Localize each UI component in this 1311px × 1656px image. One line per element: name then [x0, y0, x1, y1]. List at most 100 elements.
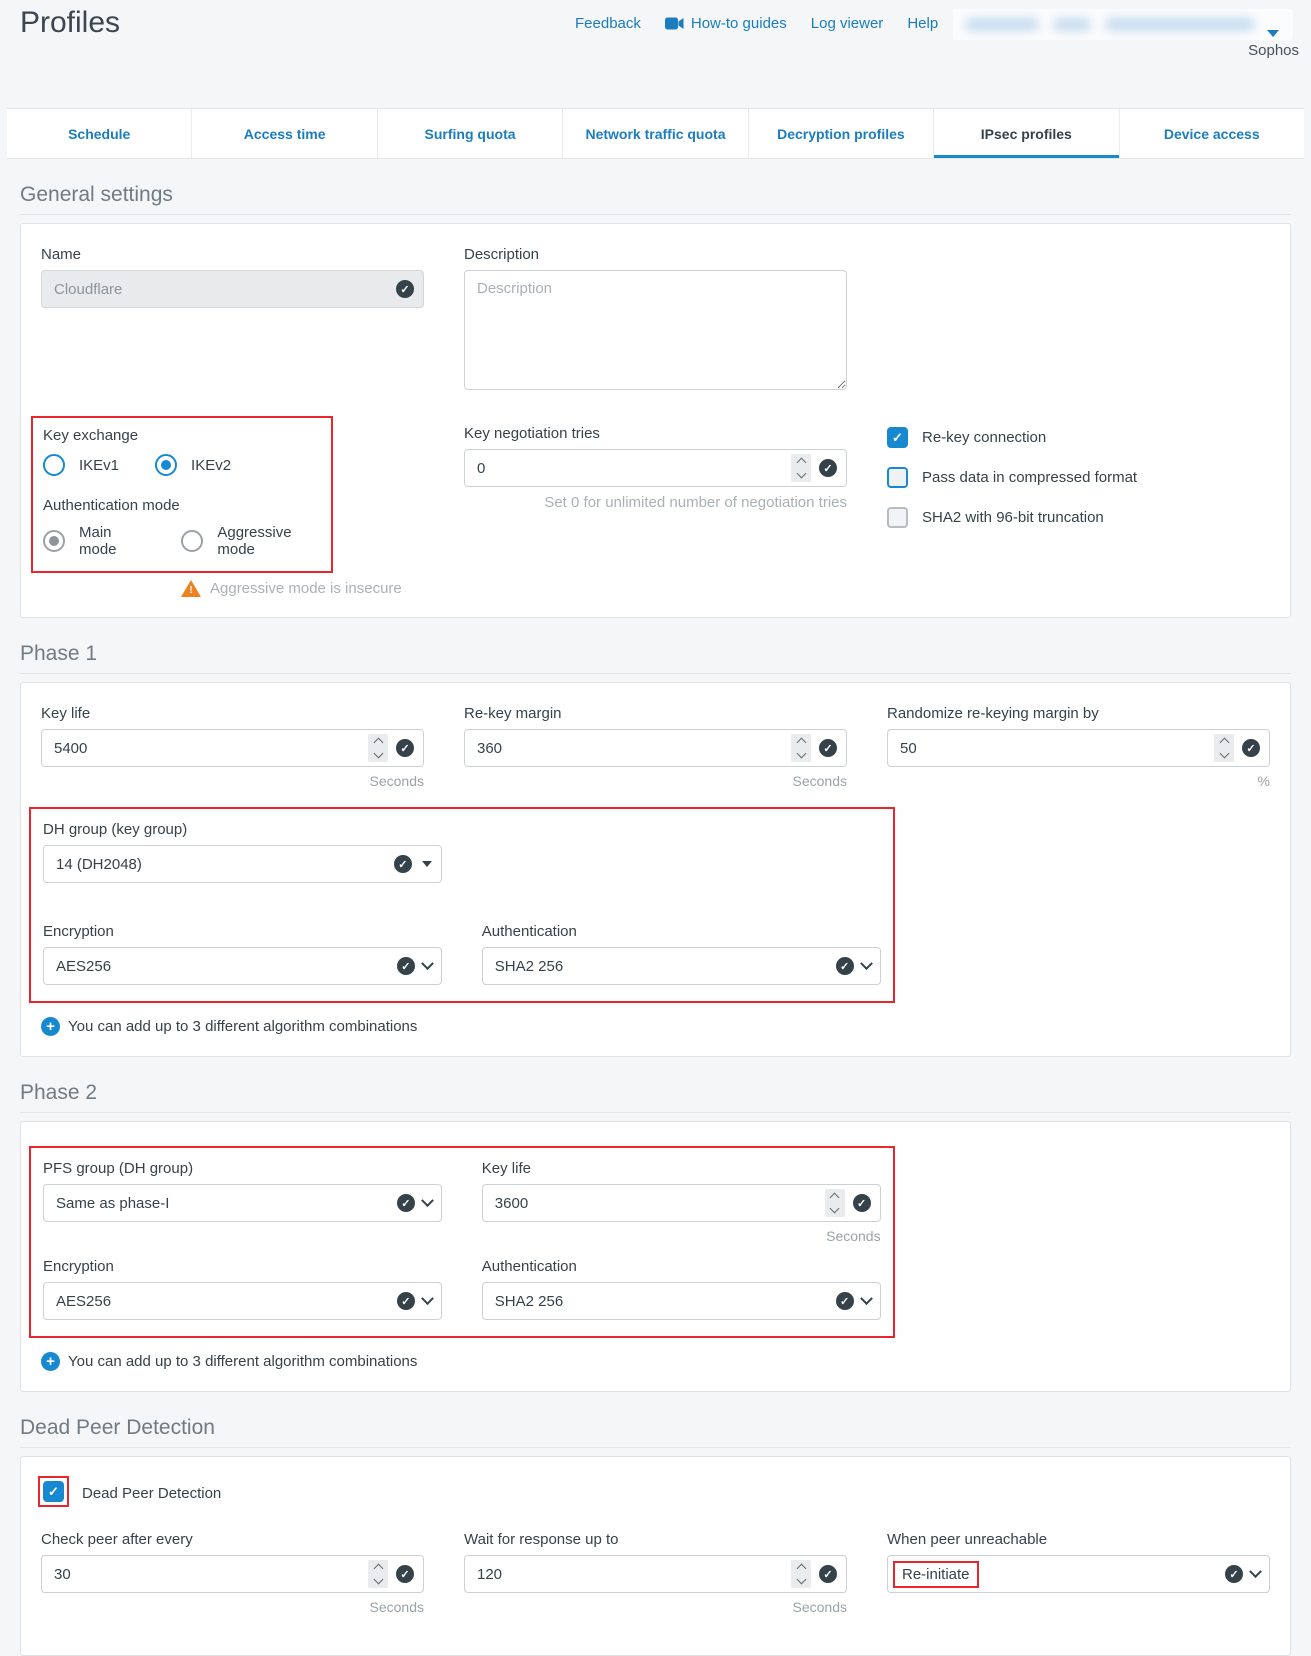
p2-encryption-field-group: Encryption AES256 ✓ — [43, 1258, 442, 1320]
rekey-margin-unit: Seconds — [464, 773, 847, 789]
p1-authentication-select[interactable]: SHA2 256 ✓ — [482, 947, 881, 985]
wait-response-input[interactable] — [477, 1566, 783, 1583]
number-stepper[interactable] — [791, 734, 811, 762]
radio-main-mode[interactable] — [43, 530, 65, 552]
tab-network-traffic-quota[interactable]: Network traffic quota — [562, 109, 747, 158]
page-title: Profiles — [20, 6, 120, 40]
compressed-format-checkbox[interactable] — [887, 467, 908, 488]
pfs-group-field-group: PFS group (DH group) Same as phase-I ✓ — [43, 1160, 442, 1244]
valid-check-icon: ✓ — [836, 1292, 854, 1310]
radio-aggressive-mode[interactable] — [181, 530, 203, 552]
valid-check-icon: ✓ — [396, 280, 414, 298]
description-label: Description — [464, 246, 847, 263]
description-textarea[interactable] — [464, 270, 847, 390]
when-unreachable-select[interactable]: Re-initiate ✓ — [887, 1555, 1270, 1593]
p1-authentication-field-group: Authentication SHA2 256 ✓ — [482, 923, 881, 985]
phase2-panel: PFS group (DH group) Same as phase-I ✓ K… — [20, 1121, 1291, 1392]
p2-add-note: You can add up to 3 different algorithm … — [68, 1353, 417, 1370]
p2-authentication-label: Authentication — [482, 1258, 881, 1275]
redacted-text — [1053, 18, 1091, 31]
p2-authentication-field-group: Authentication SHA2 256 ✓ — [482, 1258, 881, 1320]
pfs-group-select[interactable]: Same as phase-I ✓ — [43, 1184, 442, 1222]
check-peer-input[interactable] — [54, 1566, 360, 1583]
log-viewer-link[interactable]: Log viewer — [811, 15, 884, 32]
dpd-enable-checkbox[interactable]: ✓ — [43, 1481, 64, 1502]
add-icon[interactable]: + — [41, 1017, 60, 1036]
when-unreachable-value-wrap: Re-initiate — [900, 1561, 1217, 1588]
valid-check-icon: ✓ — [853, 1194, 871, 1212]
dh-group-select[interactable]: 14 (DH2048) ✓ — [43, 845, 442, 883]
dh-group-label: DH group (key group) — [43, 821, 442, 838]
chevron-down-icon — [421, 1292, 434, 1305]
section-title-phase2: Phase 2 — [20, 1081, 1291, 1113]
key-life-input[interactable] — [54, 740, 360, 757]
p2-key-life-unit: Seconds — [482, 1228, 881, 1244]
p2-authentication-select[interactable]: SHA2 256 ✓ — [482, 1282, 881, 1320]
account-selector[interactable] — [953, 9, 1293, 40]
radio-ikev2[interactable] — [155, 454, 177, 476]
radio-ikev1-label: IKEv1 — [79, 457, 119, 474]
number-stepper[interactable] — [368, 1560, 388, 1588]
tab-decryption-profiles[interactable]: Decryption profiles — [748, 109, 933, 158]
p2-key-life-input[interactable] — [495, 1195, 817, 1212]
howto-guides-link[interactable]: How-to guides — [665, 15, 787, 32]
valid-check-icon: ✓ — [396, 1565, 414, 1583]
tab-access-time[interactable]: Access time — [191, 109, 376, 158]
sha2-truncation-label: SHA2 with 96-bit truncation — [922, 509, 1104, 526]
section-title-dpd: Dead Peer Detection — [20, 1416, 1291, 1448]
valid-check-icon: ✓ — [819, 1565, 837, 1583]
p2-encryption-select[interactable]: AES256 ✓ — [43, 1282, 442, 1320]
pfs-group-label: PFS group (DH group) — [43, 1160, 442, 1177]
add-icon[interactable]: + — [41, 1352, 60, 1371]
randomize-margin-label: Randomize re-keying margin by — [887, 705, 1270, 722]
header-nav: Feedback How-to guides Log viewer Help — [575, 15, 938, 32]
number-stepper[interactable] — [368, 734, 388, 762]
tab-device-access[interactable]: Device access — [1119, 109, 1304, 158]
chevron-down-icon — [421, 1194, 434, 1207]
phase1-panel: Key life ✓ Seconds Re-key margin ✓ Secon… — [20, 682, 1291, 1057]
radio-ikev1[interactable] — [43, 454, 65, 476]
radio-aggressive-mode-label: Aggressive mode — [217, 524, 321, 558]
tab-schedule[interactable]: Schedule — [7, 109, 191, 158]
name-input[interactable] — [54, 281, 388, 298]
caret-down-icon — [422, 861, 432, 867]
radio-main-mode-label: Main mode — [79, 524, 145, 558]
randomize-margin-unit: % — [887, 773, 1270, 789]
tab-surfing-quota[interactable]: Surfing quota — [377, 109, 562, 158]
p1-authentication-value: SHA2 256 — [495, 958, 828, 975]
p2-key-life-field-group: Key life ✓ Seconds — [482, 1160, 881, 1244]
section-title-phase1: Phase 1 — [20, 642, 1291, 674]
key-life-unit: Seconds — [41, 773, 424, 789]
when-unreachable-label: When peer unreachable — [887, 1531, 1270, 1548]
randomize-margin-input[interactable] — [900, 740, 1206, 757]
help-link[interactable]: Help — [907, 15, 938, 32]
check-peer-field-group: Check peer after every ✓ Seconds — [41, 1531, 424, 1615]
rekey-margin-input[interactable] — [477, 740, 783, 757]
p1-encryption-select[interactable]: AES256 ✓ — [43, 947, 442, 985]
dh-group-field-group: DH group (key group) 14 (DH2048) ✓ — [43, 821, 442, 883]
page-header: Profiles Feedback How-to guides Log view… — [0, 0, 1311, 95]
redacted-text — [1105, 18, 1255, 31]
p2-encryption-value: AES256 — [56, 1293, 389, 1310]
key-negotiation-input-wrap: ✓ — [464, 449, 847, 487]
name-label: Name — [41, 246, 424, 263]
number-stepper[interactable] — [791, 1560, 811, 1588]
sha2-truncation-checkbox[interactable] — [887, 507, 908, 528]
number-stepper[interactable] — [825, 1189, 845, 1217]
key-negotiation-input[interactable] — [477, 460, 783, 477]
redacted-text — [965, 18, 1039, 31]
dpd-enable-label: Dead Peer Detection — [82, 1485, 221, 1502]
number-stepper[interactable] — [791, 454, 811, 482]
name-field-group: Name ✓ — [41, 246, 424, 394]
key-negotiation-help: Set 0 for unlimited number of negotiatio… — [464, 494, 847, 511]
number-stepper[interactable] — [1214, 734, 1234, 762]
key-exchange-options: IKEv1 IKEv2 — [43, 454, 321, 476]
feedback-link[interactable]: Feedback — [575, 15, 641, 32]
wait-response-label: Wait for response up to — [464, 1531, 847, 1548]
chevron-down-icon — [1249, 1565, 1262, 1578]
tab-ipsec-profiles[interactable]: IPsec profiles — [933, 109, 1118, 158]
auth-mode-options: Main mode Aggressive mode — [43, 524, 321, 558]
phase1-algorithms-highlight-box: DH group (key group) 14 (DH2048) ✓ Encry… — [29, 807, 895, 1003]
rekey-connection-checkbox[interactable]: ✓ — [887, 427, 908, 448]
key-life-label: Key life — [41, 705, 424, 722]
